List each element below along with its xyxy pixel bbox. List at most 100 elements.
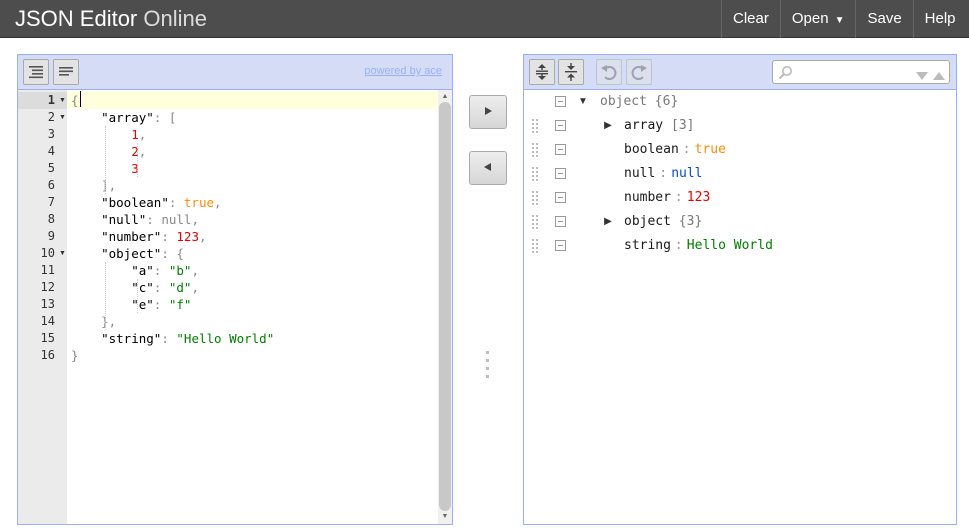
undo-icon [600, 63, 618, 81]
node-field-name[interactable]: null [624, 166, 655, 182]
line-number: 15 [40, 331, 55, 345]
scroll-thumb[interactable] [439, 102, 451, 511]
node-separator: : [682, 142, 691, 157]
node-value[interactable]: Hello World [687, 238, 773, 254]
expand-triangle-icon[interactable]: ▶ [601, 118, 615, 134]
save-button[interactable]: Save [855, 0, 912, 38]
fold-toggle-icon[interactable]: ▼ [59, 109, 66, 126]
code-line: } [71, 347, 79, 364]
undo-button[interactable] [596, 59, 622, 85]
code-line: 1, [71, 126, 146, 143]
tree-node-row[interactable]: boolean: true [524, 138, 956, 162]
line-number: 14 [40, 314, 55, 328]
line-number: 7 [47, 195, 55, 209]
main-menu: Clear Open ▼ Save Help [721, 0, 967, 38]
drag-handle-icon[interactable] [532, 191, 540, 205]
format-icon [28, 65, 44, 79]
drag-handle-icon[interactable] [532, 119, 540, 133]
expand-all-button[interactable] [529, 59, 555, 85]
context-menu-button[interactable] [555, 240, 566, 251]
tree-node-row[interactable]: ▶ object {3} [524, 210, 956, 234]
scroll-down-icon[interactable]: ▼ [440, 512, 450, 522]
collapse-all-button[interactable] [558, 59, 584, 85]
tree-editor-panel: ▼ object {6} ▶ array [3] boolean: true null: nul… [523, 54, 957, 525]
code-line: ], [71, 177, 116, 194]
tree-node-row[interactable]: ▶ array [3] [524, 114, 956, 138]
node-child-count: {3} [678, 214, 703, 229]
code-token: true [183, 195, 215, 210]
tree-root-row[interactable]: ▼ object {6} [524, 90, 956, 114]
tree-node-row[interactable]: null: null [524, 162, 956, 186]
open-menu-button[interactable]: Open ▼ [779, 0, 856, 38]
node-field-name[interactable]: string [624, 238, 671, 254]
node-separator: : [659, 166, 668, 181]
code-token: "f" [168, 297, 192, 312]
redo-button[interactable] [626, 59, 652, 85]
line-number: 13 [40, 297, 55, 311]
code-line: "a": "b", [71, 262, 199, 279]
node-field-name[interactable]: array [624, 118, 663, 134]
fold-toggle-icon[interactable]: ▼ [59, 245, 66, 262]
drag-handle-icon[interactable] [532, 167, 540, 181]
code-scrollbar[interactable]: ▲ ▼ [438, 90, 452, 524]
search-previous-icon[interactable] [932, 68, 946, 86]
clear-button[interactable]: Clear [721, 0, 780, 38]
search-next-icon[interactable] [915, 68, 929, 86]
code-token: : [161, 331, 177, 346]
code-token: : [ [153, 110, 177, 125]
expand-triangle-icon[interactable]: ▶ [601, 214, 615, 230]
node-field-name[interactable]: number [624, 190, 671, 206]
code-token: "Hello World" [176, 331, 275, 346]
search-input[interactable] [799, 63, 909, 81]
search-box [772, 60, 950, 84]
powered-by-ace-link[interactable]: powered by ace [364, 65, 442, 77]
drag-handle-icon[interactable] [532, 143, 540, 157]
node-field-name[interactable]: boolean [624, 142, 679, 158]
code-token: 1 [131, 127, 139, 142]
compact-button[interactable] [53, 59, 79, 85]
code-token: null [161, 212, 192, 227]
line-number: 1 [47, 93, 55, 107]
scroll-up-icon[interactable]: ▲ [440, 92, 450, 102]
collapse-triangle-icon[interactable]: ▼ [576, 94, 590, 110]
code-token: : [161, 229, 177, 244]
context-menu-button[interactable] [555, 120, 566, 131]
expand-all-icon [534, 63, 550, 81]
context-menu-button[interactable] [555, 216, 566, 227]
root-field: object [600, 94, 655, 109]
node-value[interactable]: null [671, 166, 702, 182]
copy-to-code-button[interactable] [469, 151, 507, 185]
text-cursor [80, 91, 81, 107]
code-token: 123 [176, 229, 199, 244]
code-line: "c": "d", [71, 279, 199, 296]
active-line-highlight [67, 92, 438, 109]
line-number: 3 [47, 127, 55, 141]
node-value[interactable]: 123 [687, 190, 710, 206]
format-button[interactable] [23, 59, 49, 85]
copy-to-tree-button[interactable] [469, 95, 507, 129]
drag-handle-icon[interactable] [532, 215, 540, 229]
node-separator: : [674, 238, 683, 253]
code-text-area[interactable]: { "array": [ 1, 2, 3 ], "boolean": true,… [67, 90, 438, 524]
compact-icon [58, 65, 74, 79]
help-label: Help [924, 10, 956, 27]
help-button[interactable]: Help [912, 0, 967, 38]
context-menu-button[interactable] [555, 96, 566, 107]
app-header: JSON Editor Online Clear Open ▼ Save Help [0, 0, 969, 38]
context-menu-button[interactable] [555, 168, 566, 179]
node-field-name[interactable]: object [624, 214, 671, 230]
node-value[interactable]: true [695, 142, 726, 158]
drag-handle-icon[interactable] [532, 239, 540, 253]
panel-splitter[interactable] [486, 351, 489, 381]
tree-node-row[interactable]: number:123 [524, 186, 956, 210]
context-menu-button[interactable] [555, 192, 566, 203]
code-token: "boolean" [101, 195, 169, 210]
context-menu-button[interactable] [555, 144, 566, 155]
node-separator: : [674, 190, 683, 205]
fold-toggle-icon[interactable]: ▼ [59, 92, 66, 109]
code-token: }, [101, 314, 117, 329]
tree-node-row[interactable]: string: Hello World [524, 234, 956, 258]
